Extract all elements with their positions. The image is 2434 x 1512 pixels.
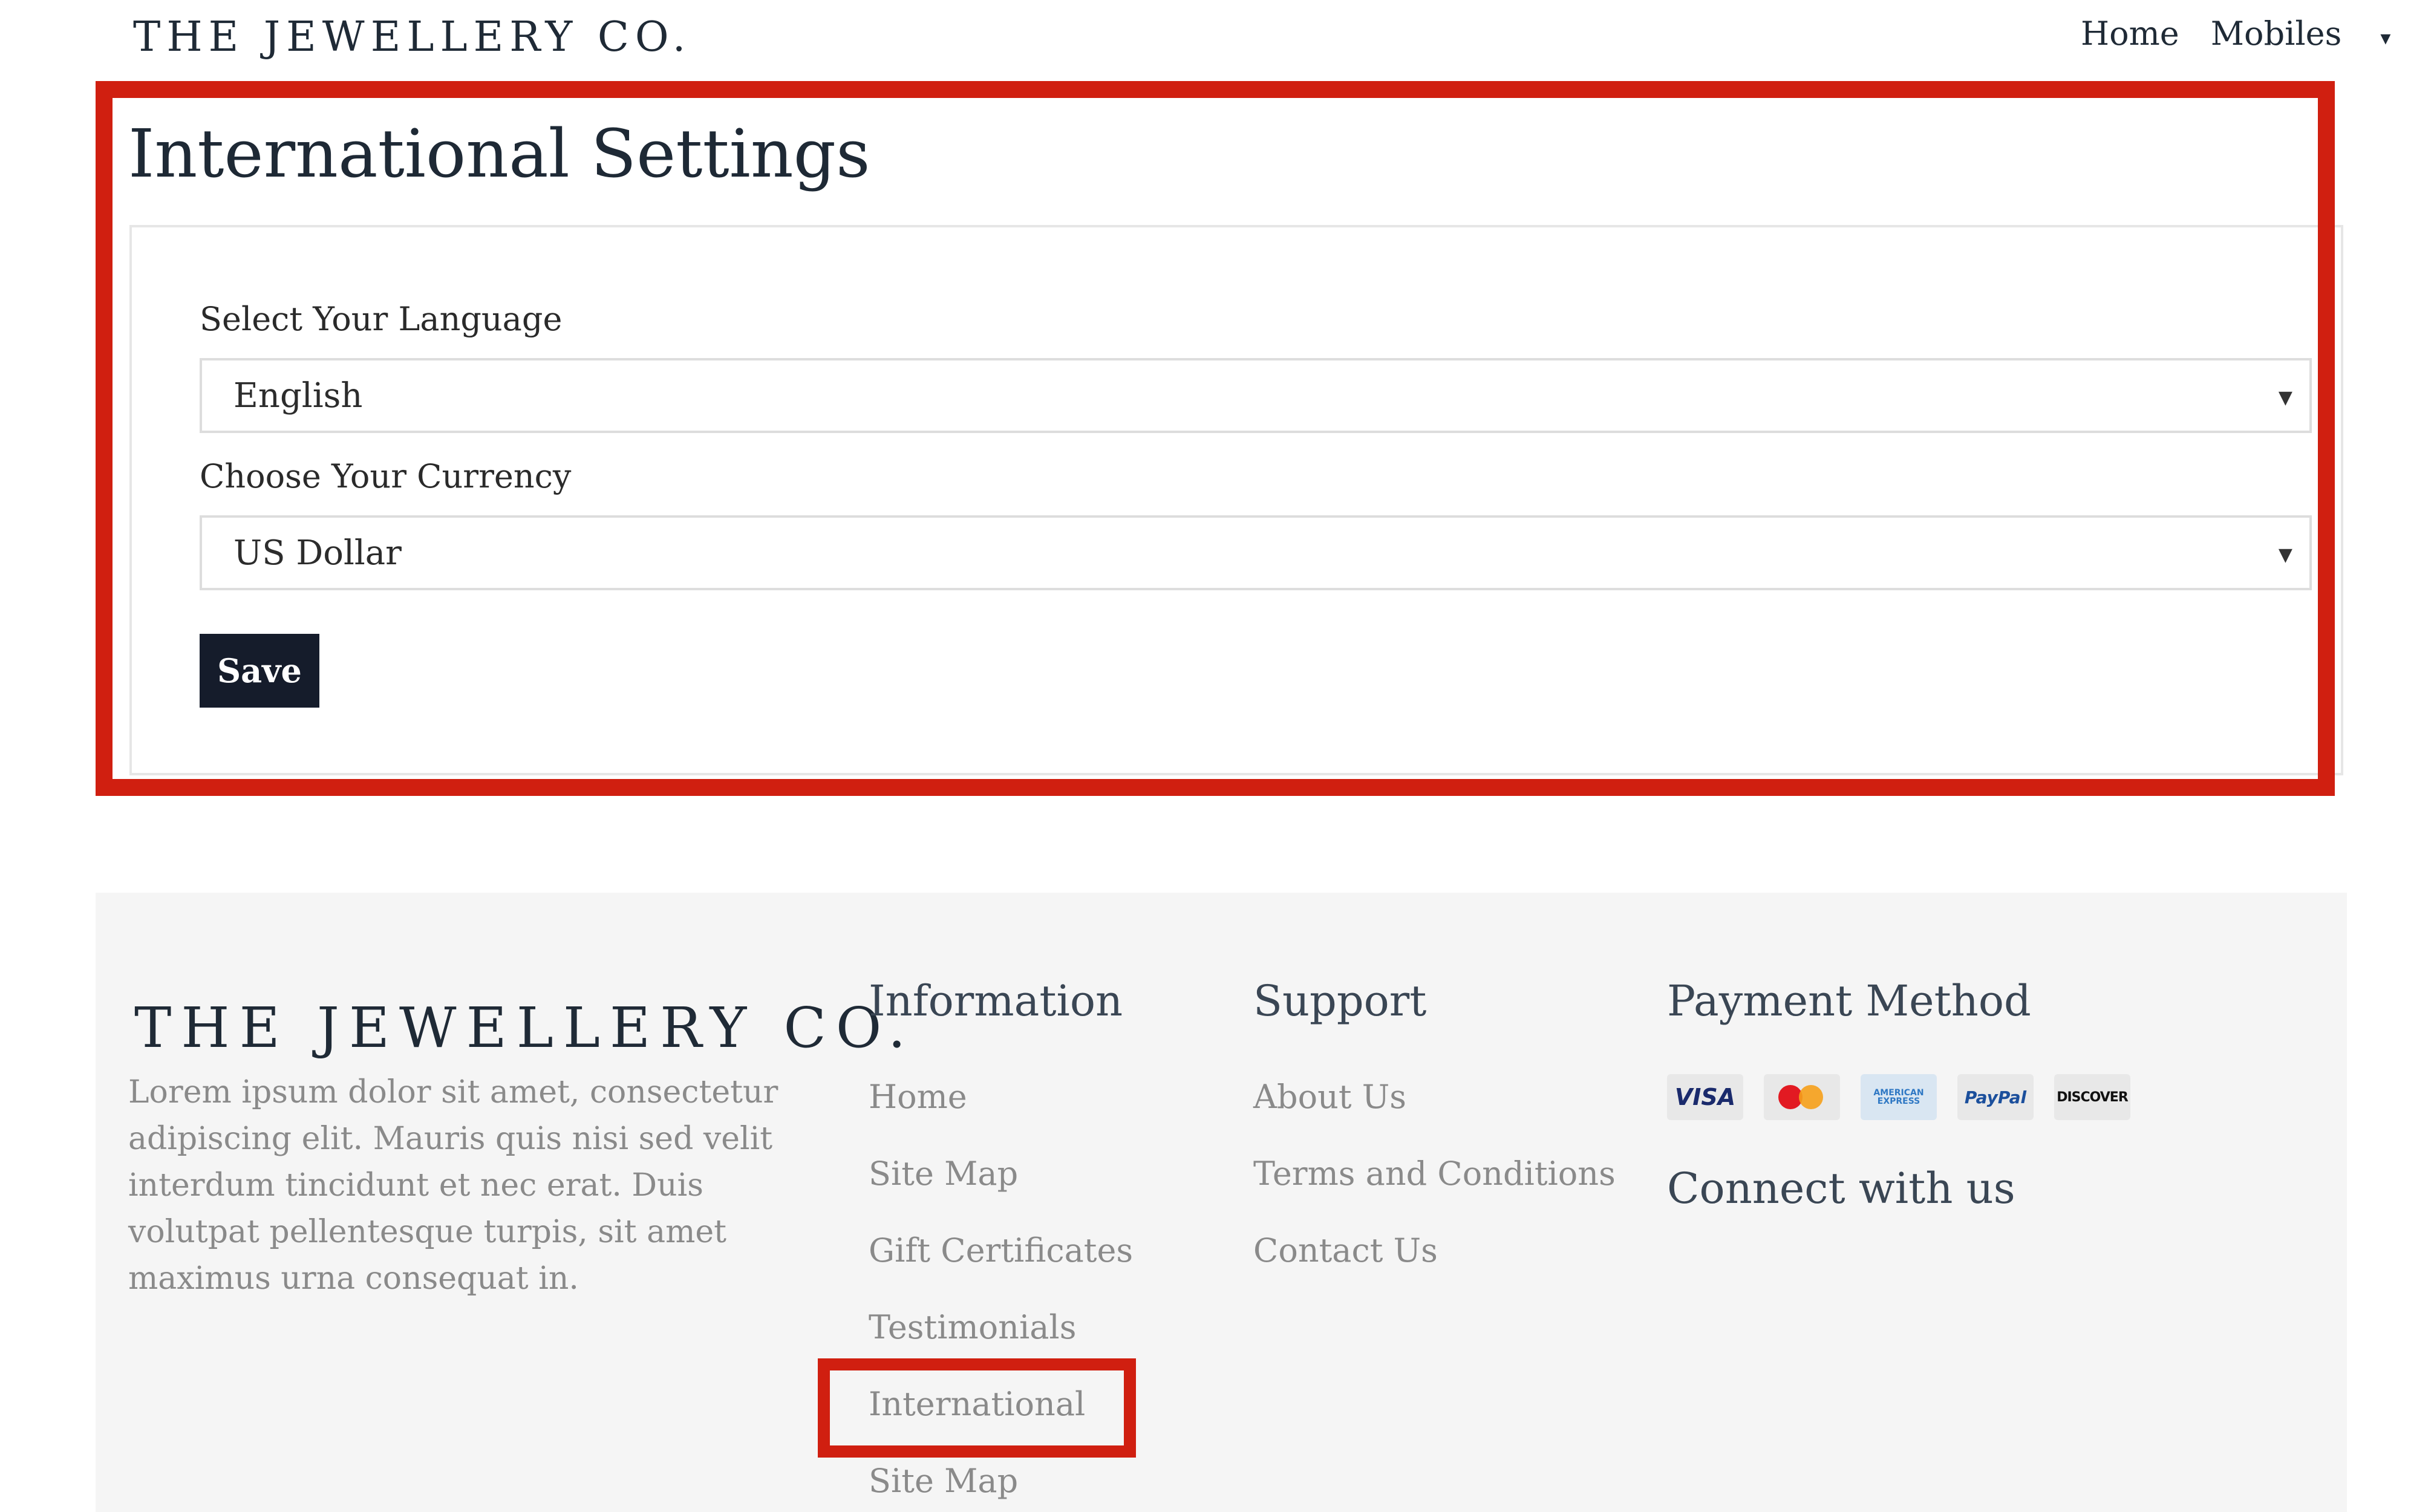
- highlight-box-settings: [96, 81, 2335, 796]
- discover-card-icon: DISCOVER: [2054, 1074, 2130, 1120]
- highlight-box-international: [818, 1358, 1136, 1458]
- footer-link-site-map[interactable]: Site Map: [869, 1155, 1018, 1193]
- brand-logo[interactable]: THE JEWELLERY CO.: [133, 13, 691, 61]
- visa-card-icon: VISA: [1667, 1074, 1743, 1120]
- footer-link-site-map-2[interactable]: Site Map: [869, 1462, 1018, 1500]
- footer-description: Lorem ipsum dolor sit amet, consectetur …: [128, 1074, 778, 1297]
- amex-card-icon: AMERICAN EXPRESS: [1861, 1074, 1937, 1120]
- information-heading: Information: [869, 976, 1123, 1026]
- nav-home[interactable]: Home: [2081, 15, 2179, 53]
- footer-link-terms[interactable]: Terms and Conditions: [1253, 1155, 1616, 1193]
- top-nav: Home Mobiles ▾: [2081, 15, 2434, 53]
- mastercard-orange-circle: [1799, 1085, 1823, 1109]
- footer-link-contact-us[interactable]: Contact Us: [1253, 1231, 1438, 1269]
- footer-link-gift-certificates[interactable]: Gift Certificates: [869, 1231, 1133, 1269]
- footer-link-home[interactable]: Home: [869, 1078, 967, 1116]
- nav-mobiles[interactable]: Mobiles ▾: [2211, 15, 2423, 53]
- connect-heading: Connect with us: [1667, 1164, 2015, 1213]
- footer-link-about-us[interactable]: About Us: [1253, 1078, 1406, 1116]
- footer-brand-logo: THE JEWELLERY CO.: [134, 996, 916, 1060]
- support-heading: Support: [1253, 976, 1427, 1026]
- paypal-card-icon: PayPal: [1957, 1074, 2034, 1120]
- mastercard-icon: [1764, 1074, 1840, 1120]
- footer-link-testimonials[interactable]: Testimonials: [869, 1308, 1076, 1346]
- payment-heading: Payment Method: [1667, 976, 2031, 1026]
- chevron-down-icon: ▾: [2380, 26, 2391, 50]
